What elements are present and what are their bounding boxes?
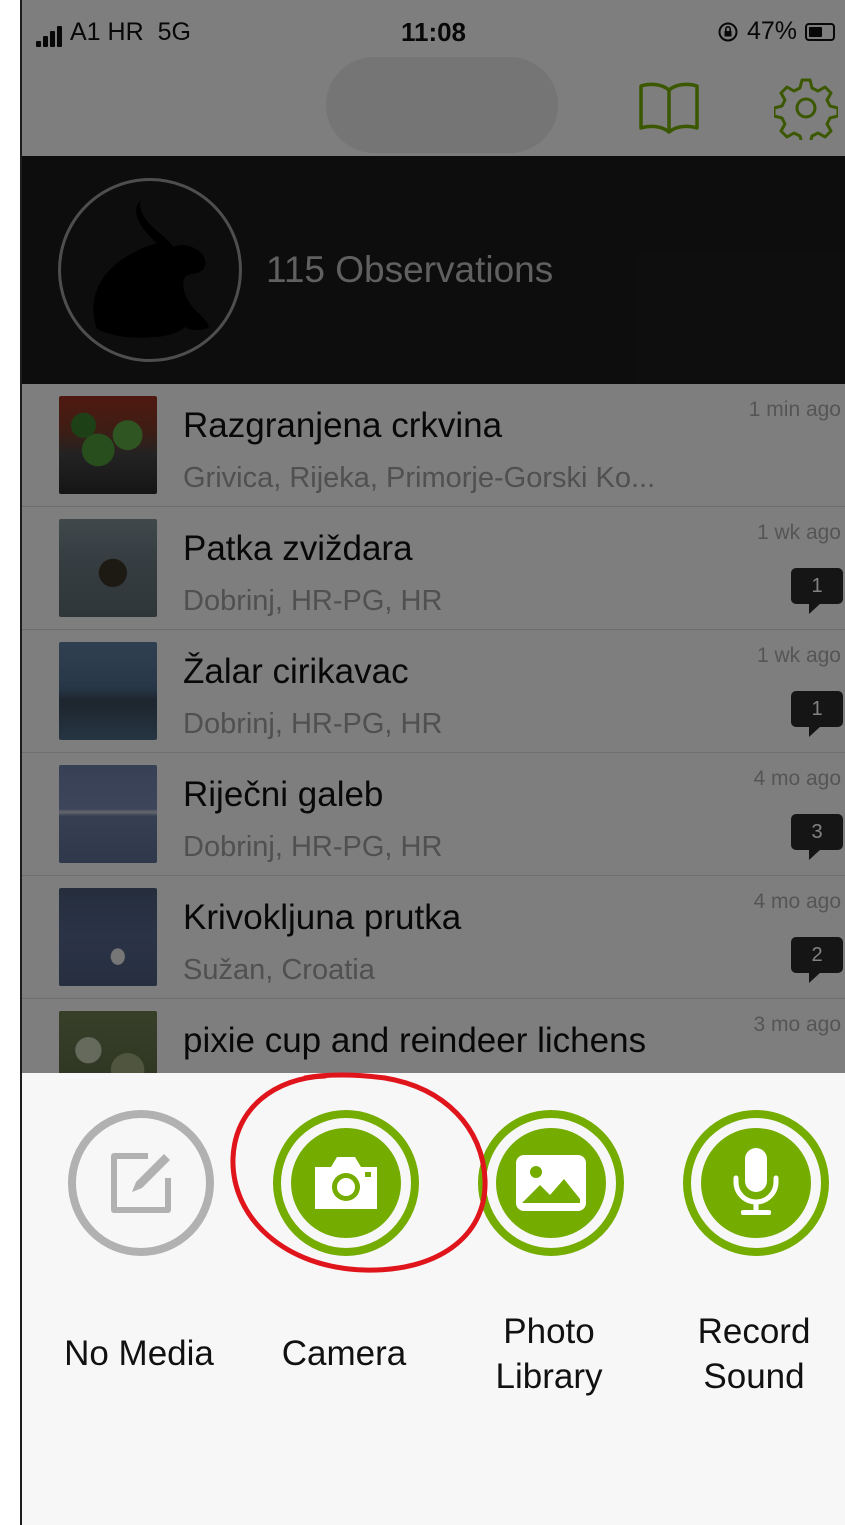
modal-dim-overlay[interactable]	[22, 0, 845, 1073]
photo-library-label-line2: Library	[495, 1357, 603, 1396]
camera-label: Camera	[239, 1331, 449, 1376]
record-sound-option[interactable]: Record Sound	[659, 1073, 845, 1525]
photo-library-label: Photo Library	[444, 1309, 654, 1399]
photo-icon	[516, 1155, 586, 1211]
no-media-label: No Media	[34, 1331, 244, 1376]
no-media-button[interactable]	[68, 1110, 214, 1256]
phone-screen: A1 HR 5G 11:08 47% 115 Observations Razg…	[22, 0, 845, 1525]
record-sound-label-line1: Record	[697, 1312, 811, 1351]
photo-library-label-line1: Photo	[503, 1312, 595, 1351]
record-sound-label-line2: Sound	[703, 1357, 805, 1396]
photo-library-button[interactable]	[478, 1110, 624, 1256]
edit-icon	[111, 1153, 171, 1213]
left-border	[0, 0, 22, 1525]
record-sound-label: Record Sound	[649, 1309, 845, 1399]
record-sound-button[interactable]	[683, 1110, 829, 1256]
annotation-circle	[230, 1072, 488, 1273]
camera-label-line1: Camera	[281, 1334, 407, 1373]
no-media-label-line1: No Media	[64, 1334, 214, 1373]
microphone-icon	[733, 1148, 779, 1215]
